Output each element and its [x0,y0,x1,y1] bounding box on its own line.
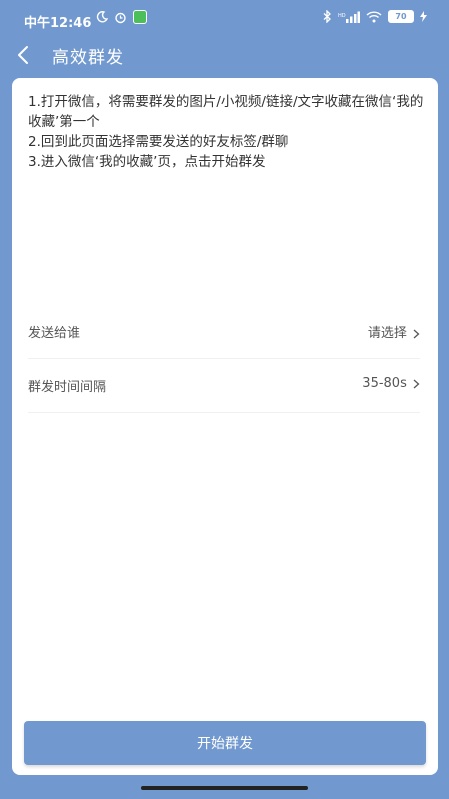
instruction-step: 3.进入微信‘我的收藏’页，点击开始群发 [28,154,266,170]
start-broadcast-button[interactable]: 开始群发 [24,721,426,765]
bluetooth-icon [323,10,331,23]
recipient-value-text: 请选择 [367,326,407,341]
battery-icon: 70 [388,10,414,23]
alarm-icon [115,12,126,23]
header: 高效群发 [0,38,449,76]
svg-text:HD: HD [338,13,346,19]
chevron-right-icon [413,379,420,388]
status-time: 中午12:46 [24,16,92,31]
instruction-step: 2.回到此页面选择需要发送的好友标签/群聊 [28,134,289,150]
interval-value: 35-80s [362,376,420,391]
charging-icon [420,11,427,22]
status-icons-right: HD 70 [323,10,427,23]
recipient-row[interactable]: 发送给谁 请选择 [28,304,420,359]
recipient-value: 请选择 [368,322,420,341]
interval-value-text: 35-80s [362,376,407,391]
main-card: 1.打开微信，将需要群发的图片/小视频/链接/文字收藏在微信‘我的收藏’第一个 … [12,78,438,775]
signal-icon: HD [338,11,360,23]
home-indicator[interactable] [141,786,308,790]
moon-icon [96,11,108,23]
status-icons-left [96,10,147,24]
chevron-right-icon [413,329,420,338]
status-bar: 中午12:46 HD 70 [0,0,449,40]
wifi-icon [366,10,382,22]
recipient-label: 发送给谁 [28,326,81,341]
back-arrow-icon[interactable] [14,44,36,66]
interval-row[interactable]: 群发时间间隔 35-80s [28,358,420,413]
interval-label: 群发时间间隔 [28,380,107,395]
page-title: 高效群发 [52,48,124,68]
app-notification-icon [133,10,147,24]
instruction-step: 1.打开微信，将需要群发的图片/小视频/链接/文字收藏在微信‘我的收藏’第一个 [28,94,424,130]
instructions-text: 1.打开微信，将需要群发的图片/小视频/链接/文字收藏在微信‘我的收藏’第一个 … [28,92,424,172]
